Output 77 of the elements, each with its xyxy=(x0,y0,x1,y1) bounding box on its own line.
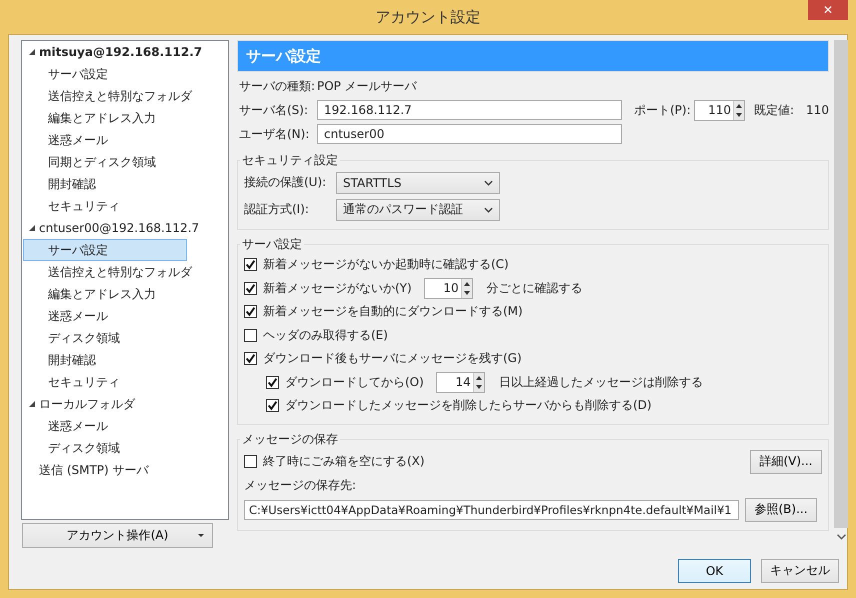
field-label: サーバ名(S): xyxy=(238,102,310,118)
tree-item[interactable]: サーバ設定 xyxy=(23,63,227,85)
tree-item[interactable]: 迷惑メール xyxy=(23,305,227,327)
dropdown[interactable]: STARTTLS xyxy=(336,172,500,194)
spinner-suffix: 分ごとに確認する xyxy=(486,280,583,297)
default-value: 110 xyxy=(806,103,829,117)
field-label: 認証方式(I): xyxy=(244,201,310,218)
tree-item[interactable]: 同期とディスク領域 xyxy=(23,151,227,173)
checkbox[interactable] xyxy=(244,352,257,366)
checkbox-label: 新着メッセージを自動的にダウンロードする(M) xyxy=(263,303,523,320)
field-label: 接続の保護(U): xyxy=(244,174,328,191)
tree-item[interactable]: 開封確認 xyxy=(23,349,227,371)
tree-item[interactable]: ディスク領域 xyxy=(23,437,227,459)
spinner-suffix: 日以上経過したメッセージは削除する xyxy=(498,374,703,391)
checkbox-label: ヘッダのみ取得する(E) xyxy=(263,326,388,344)
tree-item[interactable]: セキュリティ xyxy=(23,195,227,217)
checkbox[interactable] xyxy=(244,328,257,342)
dialog-button[interactable]: キャンセル xyxy=(761,558,839,582)
expander-icon[interactable] xyxy=(29,401,35,407)
field-label: メッセージの保存先: xyxy=(244,477,358,494)
default-label: 既定値: xyxy=(754,102,794,118)
field-label: ユーザ名(N): xyxy=(238,126,310,142)
dropdown[interactable]: 通常のパスワード認証 xyxy=(336,198,500,220)
number-spinner[interactable]: 14 xyxy=(436,372,485,393)
expander-icon[interactable] xyxy=(29,49,35,55)
field-label: サーバの種類: xyxy=(238,78,316,94)
tree-item[interactable]: mitsuya@192.168.112.7 xyxy=(23,41,227,63)
tree-item[interactable]: 迷惑メール xyxy=(23,415,227,437)
scroll-down-icon[interactable] xyxy=(836,534,846,540)
tree-item[interactable]: 編集とアドレス入力 xyxy=(23,283,227,305)
group-title: セキュリティ設定 xyxy=(241,152,339,169)
field-label: ポート(P): xyxy=(634,102,692,118)
checkbox-label: ダウンロードしたメッセージを削除したらサーバからも削除する(D) xyxy=(285,397,652,414)
tree-item[interactable]: サーバ設定 xyxy=(23,239,187,261)
checkbox-label: ダウンロード後もサーバにメッセージを残す(G) xyxy=(263,350,522,368)
tree-item[interactable]: セキュリティ xyxy=(23,371,227,393)
spin-arrows-icon[interactable] xyxy=(460,278,472,298)
details-button[interactable]: 詳細(V)... xyxy=(750,450,822,474)
number-spinner[interactable]: 10 xyxy=(424,278,473,299)
tree-item[interactable]: cntuser00@192.168.112.7 xyxy=(23,217,227,239)
browse-button[interactable]: 参照(B)... xyxy=(745,498,817,522)
close-button[interactable]: ✕ xyxy=(808,0,848,20)
checkbox[interactable] xyxy=(244,305,257,318)
tree-item[interactable]: 迷惑メール xyxy=(23,129,227,151)
checkbox[interactable] xyxy=(266,399,279,412)
group-title: メッセージの保存 xyxy=(241,430,339,448)
spin-arrows-icon[interactable] xyxy=(733,100,744,120)
tree-item[interactable]: 送信 (SMTP) サーバ xyxy=(23,459,227,481)
tree-item[interactable]: 送信控えと特別なフォルダ xyxy=(23,85,227,107)
checkbox[interactable] xyxy=(244,455,257,468)
storage-path-field[interactable]: C:¥Users¥ictt04¥AppData¥Roaming¥Thunderbird¥Profiles¥rknpn4te.default¥Mail¥1 xyxy=(244,500,739,520)
group-title: サーバ設定 xyxy=(241,236,303,253)
window-title: アカウント設定 xyxy=(376,8,480,26)
user-name-field[interactable]: cntuser00 xyxy=(317,124,622,144)
account-actions-button[interactable]: アカウント操作(A) xyxy=(22,523,213,548)
checkbox[interactable] xyxy=(266,376,279,389)
checkbox-label: 新着メッセージがないか起動時に確認する(C) xyxy=(263,256,509,274)
tree-item[interactable]: ディスク領域 xyxy=(23,327,227,349)
chevron-down-icon xyxy=(484,206,493,212)
port-spinner[interactable]: 110 xyxy=(694,100,745,120)
checkbox[interactable] xyxy=(244,282,257,295)
server-type-value: POP メールサーバ xyxy=(317,78,417,94)
panel-header: サーバ設定 xyxy=(237,40,829,72)
tree-item[interactable]: ローカルフォルダ xyxy=(23,393,227,415)
expander-icon[interactable] xyxy=(29,225,35,231)
dropdown-arrow-icon xyxy=(198,534,204,538)
tree-item[interactable]: 編集とアドレス入力 xyxy=(23,107,227,129)
tree-item[interactable]: 送信控えと特別なフォルダ xyxy=(23,261,227,283)
checkbox-label: 新着メッセージがないか(Y) xyxy=(263,280,412,297)
dialog-button[interactable]: OK xyxy=(678,558,751,582)
tree-item[interactable]: 開封確認 xyxy=(23,173,227,195)
checkbox-label: 終了時にごみ箱を空にする(X) xyxy=(263,453,425,470)
spin-arrows-icon[interactable] xyxy=(472,372,484,392)
server-name-field[interactable]: 192.168.112.7 xyxy=(317,100,622,120)
checkbox[interactable] xyxy=(244,258,257,272)
chevron-down-icon xyxy=(484,180,493,186)
checkbox-label: ダウンロードしてから(O) xyxy=(285,374,424,391)
